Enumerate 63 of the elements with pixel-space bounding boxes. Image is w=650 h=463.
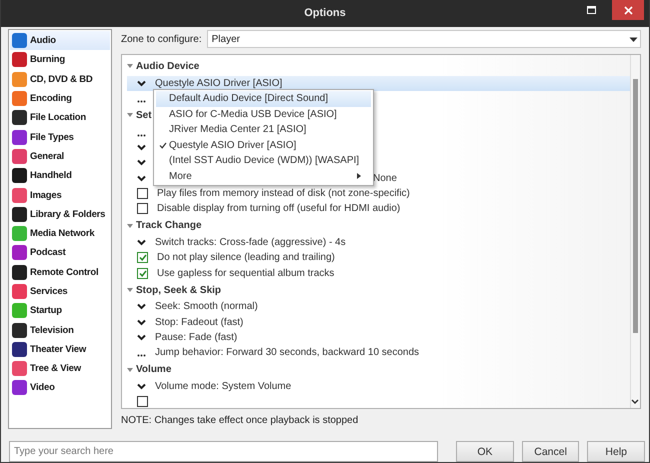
- setting-label: Switch tracks: Cross-fade (aggressive) - 4s: [155, 237, 346, 248]
- checkbox[interactable]: [137, 188, 148, 199]
- setting-label: Seek: Smooth (normal): [155, 301, 258, 312]
- sidebar-item[interactable]: CD, DVD & BD: [10, 70, 110, 89]
- dialog-button[interactable]: OK: [456, 441, 514, 462]
- sidebar-item[interactable]: Handheld: [10, 166, 110, 186]
- sidebar-item[interactable]: Images: [10, 185, 110, 205]
- zone-dropdown[interactable]: Player: [206, 30, 641, 48]
- sidebar-item[interactable]: Remote Control: [10, 262, 110, 282]
- setting-label: None: [373, 172, 397, 184]
- section-header[interactable]: Stop, Seek & Skip: [127, 280, 630, 300]
- menu-item[interactable]: More: [156, 168, 371, 184]
- dialog-button[interactable]: Help: [587, 441, 646, 462]
- setting-label: Use gapless for sequential album tracks: [157, 268, 334, 279]
- sidebar-item[interactable]: Theater View: [10, 340, 110, 360]
- checkmark-icon: [158, 142, 166, 149]
- checkbox[interactable]: [137, 396, 148, 408]
- section-header[interactable]: Volume: [127, 360, 630, 379]
- sidebar-item[interactable]: Video: [10, 378, 110, 398]
- sidebar-item[interactable]: Television: [10, 320, 110, 340]
- submenu-arrow-icon: [357, 172, 361, 178]
- scrollbar[interactable]: [630, 55, 640, 408]
- setting-label: Questyle ASIO Driver [ASIO]: [155, 78, 282, 89]
- setting-label: Disable display from turning off (useful for HDMI audio): [157, 203, 400, 214]
- maximize-icon: [586, 6, 596, 14]
- sidebar-item[interactable]: File Location: [10, 108, 110, 128]
- menu-item[interactable]: JRiver Media Center 21 [ASIO]: [156, 122, 371, 138]
- scroll-down-icon: [631, 399, 639, 404]
- zone-label: Zone to configure:: [121, 34, 202, 44]
- setting-label: Pause: Fade (fast): [155, 332, 238, 343]
- close-button[interactable]: [612, 0, 644, 20]
- menu-item[interactable]: Questyle ASIO Driver [ASIO]: [156, 138, 371, 153]
- checkbox[interactable]: [137, 268, 148, 279]
- setting-label: Do not play silence (leading and trailing): [157, 252, 335, 264]
- section-header[interactable]: Track Change: [127, 216, 630, 235]
- checkbox[interactable]: [137, 252, 148, 264]
- note-text: NOTE: Changes take effect once playback is stopped: [121, 415, 360, 426]
- chevron-down-icon: [629, 37, 638, 43]
- sidebar-item[interactable]: Library & Folders: [10, 204, 110, 224]
- sidebar-item[interactable]: Encoding: [10, 88, 110, 108]
- window-title: Options: [304, 7, 346, 19]
- search-field[interactable]: Type your search here: [9, 441, 438, 462]
- sidebar-item[interactable]: Podcast: [10, 243, 110, 263]
- sidebar-item[interactable]: Tree & View: [10, 359, 110, 378]
- sidebar-item[interactable]: Burning: [10, 50, 110, 70]
- sidebar-item[interactable]: Startup: [10, 301, 110, 320]
- setting-label: Play files from memory instead of disk (not zone-specific): [157, 188, 410, 199]
- close-icon: [624, 6, 632, 14]
- sidebar-item[interactable]: Services: [10, 282, 110, 302]
- setting-label: Stop: Fadeout (fast): [155, 316, 244, 328]
- sidebar-item[interactable]: General: [10, 146, 110, 166]
- section-header[interactable]: Audio Device: [127, 57, 630, 76]
- menu-item[interactable]: ASIO for C-Media USB Device [ASIO]: [156, 106, 371, 122]
- checkbox[interactable]: [137, 203, 148, 214]
- setting-label: Volume mode: System Volume: [155, 381, 292, 392]
- dialog-button[interactable]: Cancel: [522, 441, 580, 462]
- setting-label: Jump behavior: Forward 30 seconds, backward 10 seconds: [155, 347, 420, 358]
- sidebar-item[interactable]: Media Network: [10, 224, 110, 244]
- menu-item[interactable]: Default Audio Device [Direct Sound]: [156, 91, 371, 106]
- chevron-down-icon: [137, 80, 146, 87]
- sidebar-item[interactable]: Audio: [10, 31, 110, 50]
- menu-item[interactable]: (Intel SST Audio Device (WDM)) [WASAPI]: [156, 153, 371, 168]
- sidebar-item[interactable]: File Types: [10, 127, 110, 147]
